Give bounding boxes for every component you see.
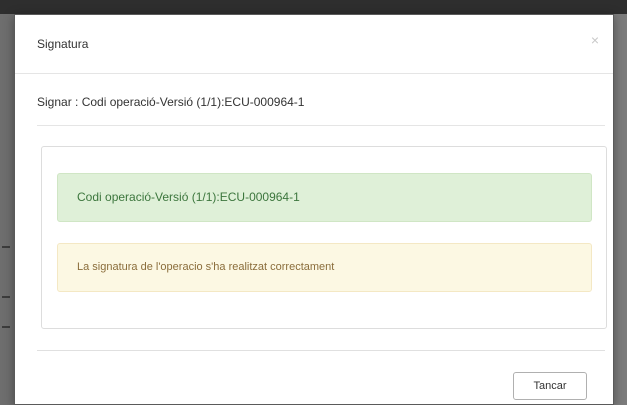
- divider: [37, 125, 605, 126]
- backdrop-mark: [2, 296, 10, 298]
- footer-divider: [37, 350, 605, 351]
- close-button[interactable]: Tancar: [513, 372, 587, 400]
- close-icon[interactable]: ×: [591, 33, 599, 47]
- backdrop-mark: [2, 246, 10, 248]
- signature-modal: Signatura × Signar : Codi operació-Versi…: [14, 14, 614, 405]
- modal-header: Signatura ×: [15, 15, 613, 74]
- result-panel: Codi operació-Versió (1/1):ECU-000964-1 …: [41, 146, 607, 329]
- modal-title: Signatura: [37, 37, 89, 51]
- backdrop-page-right: [614, 14, 627, 405]
- success-alert: Codi operació-Versió (1/1):ECU-000964-1: [57, 173, 592, 222]
- sign-operation-label: Signar : Codi operació-Versió (1/1):ECU-…: [37, 95, 305, 109]
- backdrop-page-left: [0, 14, 14, 405]
- backdrop-page-header: [0, 0, 627, 14]
- warning-alert: La signatura de l'operacio s'ha realitza…: [57, 243, 592, 292]
- backdrop-mark: [2, 326, 10, 328]
